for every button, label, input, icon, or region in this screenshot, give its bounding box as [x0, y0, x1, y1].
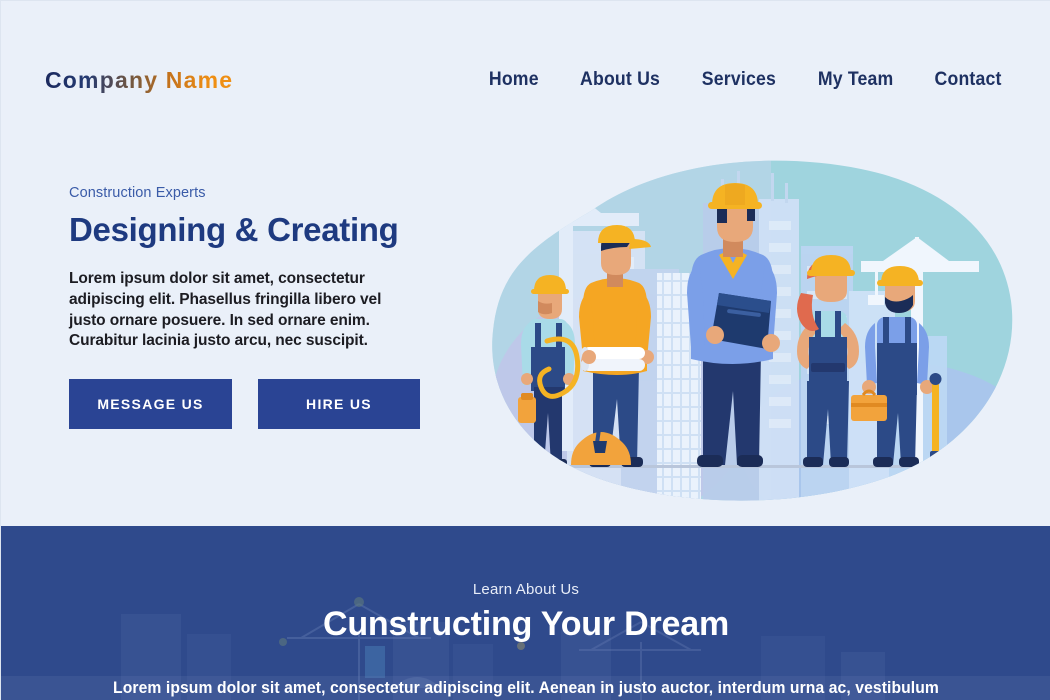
nav-item-contact[interactable]: Contact	[934, 69, 1001, 91]
site-header: Company Name Home About Us Services My T…	[1, 1, 1050, 141]
nav-item-home[interactable]: Home	[489, 69, 539, 91]
hire-us-button[interactable]: HIRE US	[258, 378, 420, 429]
landing-page: Company Name Home About Us Services My T…	[0, 0, 1050, 700]
band-body-text: Lorem ipsum dolor sit amet, consectetur …	[113, 679, 939, 697]
toolbox-icon	[851, 389, 887, 421]
nav-item-my-team[interactable]: My Team	[817, 69, 893, 91]
nav-item-about-us[interactable]: About Us	[580, 69, 660, 91]
hero-eyebrow: Construction Experts	[69, 185, 206, 201]
learn-about-us-section: Learn About Us Cunstructing Your Dream L…	[1, 526, 1050, 700]
message-us-button[interactable]: MESSAGE US	[69, 378, 232, 429]
hero-headline: Designing & Creating	[69, 211, 399, 248]
band-content: Learn About Us Cunstructing Your Dream L…	[1, 526, 1050, 698]
main-navigation: Home About Us Services My Team Contact	[487, 69, 1004, 91]
company-logo[interactable]: Company Name	[45, 67, 233, 94]
hero-text-block: Construction Experts Designing & Creatin…	[69, 185, 469, 429]
nav-item-services[interactable]: Services	[702, 69, 776, 91]
band-eyebrow: Learn About Us	[472, 581, 580, 598]
hero-body-text: Lorem ipsum dolor sit amet, consectetur …	[69, 270, 382, 350]
hero-illustration	[471, 151, 1031, 511]
band-title: Cunstructing Your Dream	[323, 605, 729, 643]
hero-button-row: MESSAGE US HIRE US	[69, 378, 469, 429]
